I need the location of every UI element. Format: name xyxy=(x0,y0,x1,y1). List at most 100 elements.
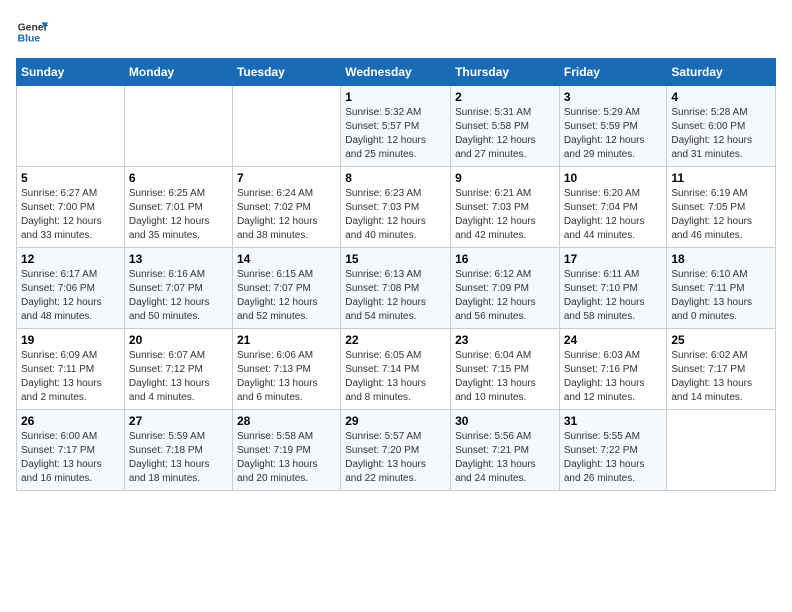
day-number: 20 xyxy=(129,333,228,347)
calendar-cell: 2 Sunrise: 5:31 AM Sunset: 5:58 PM Daylig… xyxy=(451,86,560,167)
day-number: 28 xyxy=(237,414,336,428)
calendar-cell: 14 Sunrise: 6:15 AM Sunset: 7:07 PM Dayli… xyxy=(232,248,340,329)
day-number: 12 xyxy=(21,252,120,266)
weekday-header-sunday: Sunday xyxy=(17,59,125,86)
calendar-cell: 19 Sunrise: 6:09 AM Sunset: 7:11 PM Dayli… xyxy=(17,329,125,410)
day-number: 24 xyxy=(564,333,663,347)
day-number: 26 xyxy=(21,414,120,428)
day-info: Sunrise: 6:17 AM Sunset: 7:06 PM Dayligh… xyxy=(21,268,120,324)
day-info: Sunrise: 5:57 AM Sunset: 7:20 PM Dayligh… xyxy=(345,430,446,486)
calendar-cell: 7 Sunrise: 6:24 AM Sunset: 7:02 PM Daylig… xyxy=(232,167,340,248)
calendar-cell: 9 Sunrise: 6:21 AM Sunset: 7:03 PM Daylig… xyxy=(451,167,560,248)
calendar-cell: 18 Sunrise: 6:10 AM Sunset: 7:11 PM Dayli… xyxy=(667,248,776,329)
day-info: Sunrise: 6:16 AM Sunset: 7:07 PM Dayligh… xyxy=(129,268,228,324)
calendar-cell: 4Sunrise: 5:28 AM Sunset: 6:00 PM Daylig… xyxy=(667,86,776,167)
day-number: 25 xyxy=(671,333,771,347)
day-number: 8 xyxy=(345,171,446,185)
weekday-header-wednesday: Wednesday xyxy=(341,59,451,86)
day-number: 10 xyxy=(564,171,663,185)
day-number: 2 xyxy=(455,90,555,104)
calendar-cell: 20 Sunrise: 6:07 AM Sunset: 7:12 PM Dayli… xyxy=(124,329,232,410)
day-number: 19 xyxy=(21,333,120,347)
day-info: Sunrise: 5:32 AM Sunset: 5:57 PM Dayligh… xyxy=(345,106,446,162)
day-number: 29 xyxy=(345,414,446,428)
day-number: 15 xyxy=(345,252,446,266)
day-info: Sunrise: 6:13 AM Sunset: 7:08 PM Dayligh… xyxy=(345,268,446,324)
svg-text:Blue: Blue xyxy=(18,34,41,45)
day-info: Sunrise: 6:12 AM Sunset: 7:09 PM Dayligh… xyxy=(455,268,555,324)
calendar-cell xyxy=(667,410,776,491)
day-number: 1 xyxy=(345,90,446,104)
day-number: 16 xyxy=(455,252,555,266)
page-header: General Blue xyxy=(16,16,776,48)
calendar-cell: 27Sunrise: 5:59 AM Sunset: 7:18 PM Dayli… xyxy=(124,410,232,491)
day-info: Sunrise: 6:25 AM Sunset: 7:01 PM Dayligh… xyxy=(129,187,228,243)
calendar-cell: 29 Sunrise: 5:57 AM Sunset: 7:20 PM Dayli… xyxy=(341,410,451,491)
calendar-cell: 12 Sunrise: 6:17 AM Sunset: 7:06 PM Dayli… xyxy=(17,248,125,329)
day-number: 31 xyxy=(564,414,663,428)
day-info: Sunrise: 6:15 AM Sunset: 7:07 PM Dayligh… xyxy=(237,268,336,324)
day-number: 18 xyxy=(671,252,771,266)
day-info: Sunrise: 6:02 AM Sunset: 7:17 PM Dayligh… xyxy=(671,349,771,405)
day-number: 5 xyxy=(21,171,120,185)
day-info: Sunrise: 6:21 AM Sunset: 7:03 PM Dayligh… xyxy=(455,187,555,243)
day-info: Sunrise: 6:11 AM Sunset: 7:10 PM Dayligh… xyxy=(564,268,663,324)
logo: General Blue xyxy=(16,16,48,48)
calendar-week-4: 19 Sunrise: 6:09 AM Sunset: 7:11 PM Dayli… xyxy=(17,329,776,410)
day-info: Sunrise: 6:19 AM Sunset: 7:05 PM Dayligh… xyxy=(671,187,771,243)
day-info: Sunrise: 6:05 AM Sunset: 7:14 PM Dayligh… xyxy=(345,349,446,405)
calendar-cell: 28Sunrise: 5:58 AM Sunset: 7:19 PM Dayli… xyxy=(232,410,340,491)
day-info: Sunrise: 6:10 AM Sunset: 7:11 PM Dayligh… xyxy=(671,268,771,324)
day-info: Sunrise: 6:09 AM Sunset: 7:11 PM Dayligh… xyxy=(21,349,120,405)
day-info: Sunrise: 5:55 AM Sunset: 7:22 PM Dayligh… xyxy=(564,430,663,486)
calendar-cell: 6 Sunrise: 6:25 AM Sunset: 7:01 PM Daylig… xyxy=(124,167,232,248)
calendar-cell: 11 Sunrise: 6:19 AM Sunset: 7:05 PM Dayli… xyxy=(667,167,776,248)
calendar-cell: 30Sunrise: 5:56 AM Sunset: 7:21 PM Dayli… xyxy=(451,410,560,491)
day-info: Sunrise: 5:31 AM Sunset: 5:58 PM Dayligh… xyxy=(455,106,555,162)
calendar-cell: 21 Sunrise: 6:06 AM Sunset: 7:13 PM Dayli… xyxy=(232,329,340,410)
calendar-week-3: 12 Sunrise: 6:17 AM Sunset: 7:06 PM Dayli… xyxy=(17,248,776,329)
calendar-cell xyxy=(232,86,340,167)
day-info: Sunrise: 5:29 AM Sunset: 5:59 PM Dayligh… xyxy=(564,106,663,162)
weekday-header-friday: Friday xyxy=(559,59,667,86)
weekday-header-thursday: Thursday xyxy=(451,59,560,86)
day-number: 11 xyxy=(671,171,771,185)
calendar-cell: 23 Sunrise: 6:04 AM Sunset: 7:15 PM Dayli… xyxy=(451,329,560,410)
day-info: Sunrise: 6:24 AM Sunset: 7:02 PM Dayligh… xyxy=(237,187,336,243)
day-number: 14 xyxy=(237,252,336,266)
calendar-cell: 8Sunrise: 6:23 AM Sunset: 7:03 PM Daylig… xyxy=(341,167,451,248)
day-number: 23 xyxy=(455,333,555,347)
day-info: Sunrise: 6:06 AM Sunset: 7:13 PM Dayligh… xyxy=(237,349,336,405)
calendar-cell: 17Sunrise: 6:11 AM Sunset: 7:10 PM Dayli… xyxy=(559,248,667,329)
weekday-header-row: SundayMondayTuesdayWednesdayThursdayFrid… xyxy=(17,59,776,86)
day-info: Sunrise: 6:03 AM Sunset: 7:16 PM Dayligh… xyxy=(564,349,663,405)
calendar-cell: 22 Sunrise: 6:05 AM Sunset: 7:14 PM Dayli… xyxy=(341,329,451,410)
day-number: 9 xyxy=(455,171,555,185)
logo-icon: General Blue xyxy=(16,16,48,48)
day-number: 21 xyxy=(237,333,336,347)
day-info: Sunrise: 6:07 AM Sunset: 7:12 PM Dayligh… xyxy=(129,349,228,405)
calendar-cell: 1 Sunrise: 5:32 AM Sunset: 5:57 PM Daylig… xyxy=(341,86,451,167)
calendar-cell: 16 Sunrise: 6:12 AM Sunset: 7:09 PM Dayli… xyxy=(451,248,560,329)
day-info: Sunrise: 6:20 AM Sunset: 7:04 PM Dayligh… xyxy=(564,187,663,243)
calendar-cell: 10 Sunrise: 6:20 AM Sunset: 7:04 PM Dayli… xyxy=(559,167,667,248)
day-info: Sunrise: 5:56 AM Sunset: 7:21 PM Dayligh… xyxy=(455,430,555,486)
calendar-body: 1 Sunrise: 5:32 AM Sunset: 5:57 PM Daylig… xyxy=(17,86,776,491)
day-info: Sunrise: 6:04 AM Sunset: 7:15 PM Dayligh… xyxy=(455,349,555,405)
day-number: 6 xyxy=(129,171,228,185)
day-number: 4 xyxy=(671,90,771,104)
day-number: 22 xyxy=(345,333,446,347)
day-info: Sunrise: 5:59 AM Sunset: 7:18 PM Dayligh… xyxy=(129,430,228,486)
calendar-cell: 26Sunrise: 6:00 AM Sunset: 7:17 PM Dayli… xyxy=(17,410,125,491)
calendar-week-5: 26Sunrise: 6:00 AM Sunset: 7:17 PM Dayli… xyxy=(17,410,776,491)
day-info: Sunrise: 6:27 AM Sunset: 7:00 PM Dayligh… xyxy=(21,187,120,243)
calendar-cell: 25 Sunrise: 6:02 AM Sunset: 7:17 PM Dayli… xyxy=(667,329,776,410)
calendar-week-1: 1 Sunrise: 5:32 AM Sunset: 5:57 PM Daylig… xyxy=(17,86,776,167)
calendar-cell: 5 Sunrise: 6:27 AM Sunset: 7:00 PM Daylig… xyxy=(17,167,125,248)
weekday-header-monday: Monday xyxy=(124,59,232,86)
calendar-cell xyxy=(124,86,232,167)
day-number: 7 xyxy=(237,171,336,185)
day-number: 13 xyxy=(129,252,228,266)
calendar-cell: 13 Sunrise: 6:16 AM Sunset: 7:07 PM Dayli… xyxy=(124,248,232,329)
weekday-header-tuesday: Tuesday xyxy=(232,59,340,86)
